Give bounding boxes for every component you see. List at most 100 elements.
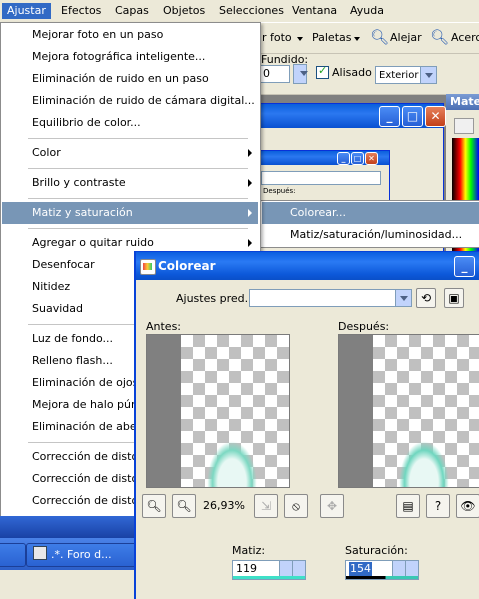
menu-item-brillo-label: Brillo y contraste xyxy=(32,176,126,189)
menu-item-mejorar-foto[interactable]: Mejorar foto en un paso xyxy=(2,24,258,46)
fundido-dropdown-icon[interactable] xyxy=(296,65,308,81)
maximize-icon[interactable]: □ xyxy=(402,106,423,127)
saturacion-label: Saturación: xyxy=(345,544,408,557)
paletas-menu-button[interactable]: Paletas xyxy=(312,31,352,44)
inner-preset-combo[interactable] xyxy=(261,171,381,185)
menu-separator xyxy=(28,138,248,139)
matiz-submenu: Colorear... Matiz/saturación/luminosidad… xyxy=(259,200,479,248)
mode-dropdown-icon[interactable] xyxy=(420,67,436,83)
matiz-value: 119 xyxy=(236,562,257,575)
before-image-content xyxy=(207,441,257,487)
taskbar-button-label: .*. Foro d... xyxy=(51,548,112,561)
colorear-dialog: Colorear _ Ajustes pred.: ⟲ ▣ Antes: Des… xyxy=(134,251,479,599)
menu-item-eliminacion-ruido-camara[interactable]: Eliminación de ruido de cámara digital..… xyxy=(2,90,258,112)
alisado-label: Alisado xyxy=(332,66,372,79)
fundido-value: 0 xyxy=(263,67,270,80)
save-preset-icon[interactable]: ▣ xyxy=(444,288,464,308)
menu-objetos[interactable]: Objetos xyxy=(158,3,210,19)
matiz-label: Matiz: xyxy=(232,544,266,557)
saturacion-value: 154 xyxy=(349,562,372,576)
menu-item-color[interactable]: Color xyxy=(2,142,258,164)
zoom-level: 26,93% xyxy=(203,499,245,512)
zoom-in-icon[interactable]: 🔍︎ xyxy=(172,494,196,518)
pan-icon[interactable]: ✥ xyxy=(320,494,344,518)
menu-separator xyxy=(28,168,248,169)
mode-value: Exterior xyxy=(379,70,419,81)
menu-efectos[interactable]: Efectos xyxy=(56,3,106,19)
submenu-arrow-icon xyxy=(248,149,252,157)
before-preview[interactable] xyxy=(146,334,290,488)
menu-item-matiz-label: Matiz y saturación xyxy=(32,206,133,219)
menu-item-equilibrio-color[interactable]: Equilibrio de color... xyxy=(2,112,258,134)
menu-ajustar[interactable]: Ajustar xyxy=(2,3,51,19)
submenu-matiz-saturacion-luminosidad[interactable]: Matiz/saturación/luminosidad... xyxy=(262,224,479,246)
minimize-icon[interactable]: _ xyxy=(379,106,400,127)
after-preview[interactable] xyxy=(338,334,479,488)
menu-separator xyxy=(28,228,248,229)
eye-icon[interactable]: 👁︎ xyxy=(456,494,479,518)
proof-icon[interactable]: ⦸ xyxy=(284,494,308,518)
taskbar: .*. Foro d... xyxy=(0,538,142,570)
menu-capas[interactable]: Capas xyxy=(110,3,154,19)
after-image-content xyxy=(399,441,449,487)
alisado-checkbox[interactable] xyxy=(316,64,329,79)
paletas-dropdown-icon xyxy=(354,37,360,41)
menu-selecciones[interactable]: Selecciones xyxy=(214,3,289,19)
toggle-preview-icon[interactable]: ▤ xyxy=(396,494,420,518)
matiz-input[interactable]: 119 xyxy=(232,560,306,580)
saturacion-bar xyxy=(346,576,418,579)
presets-label: Ajustes pred.: xyxy=(176,292,252,305)
close-icon[interactable]: ✕ xyxy=(425,106,446,127)
zoom-out-icon[interactable]: 🔍︎ xyxy=(142,494,166,518)
foto-dropdown-icon xyxy=(297,37,303,41)
inner-after-label: Después: xyxy=(263,187,296,195)
alejar-button[interactable]: Alejar xyxy=(390,31,422,44)
dialog-title: Colorear xyxy=(158,259,216,273)
desktop-strip xyxy=(0,570,135,598)
menu-item-color-label: Color xyxy=(32,146,61,159)
help-icon[interactable]: ? xyxy=(426,494,450,518)
menu-item-eliminacion-ruido[interactable]: Eliminación de ruido en un paso xyxy=(2,68,258,90)
reset-icon[interactable]: ⟲ xyxy=(416,288,436,308)
acercar-button[interactable]: Acerc xyxy=(451,31,479,44)
zoom-fit-icon[interactable]: ⇲ xyxy=(254,494,278,518)
saturacion-input[interactable]: 154 xyxy=(345,560,419,580)
app-icon xyxy=(140,259,156,275)
before-label: Antes: xyxy=(146,320,182,333)
palette-tab-icon[interactable] xyxy=(454,118,474,134)
presets-select[interactable] xyxy=(249,289,412,307)
menu-ventana[interactable]: Ventana xyxy=(287,3,342,19)
taskbar-button-foro[interactable]: .*. Foro d... xyxy=(26,543,142,567)
menubar: Ajustar Efectos Capas Objetos Seleccione… xyxy=(0,0,479,23)
taskbar-upper xyxy=(0,516,135,538)
menu-item-desenfocar-label: Desenfocar xyxy=(32,258,95,271)
mode-select[interactable]: Exterior xyxy=(375,66,437,84)
submenu-arrow-icon xyxy=(248,239,252,247)
dialog-minimize-icon[interactable]: _ xyxy=(454,256,475,277)
menu-item-nitidez-label: Nitidez xyxy=(32,280,71,293)
foto-menu-button[interactable]: r foto xyxy=(262,31,292,44)
fundido-input[interactable]: 0 xyxy=(259,65,290,83)
dialog-titlebar[interactable]: Colorear _ xyxy=(136,252,479,280)
menu-item-suavidad-label: Suavidad xyxy=(32,302,83,315)
inner-minimize-icon[interactable]: _ xyxy=(337,152,350,165)
after-label: Después: xyxy=(338,320,390,333)
materials-title: Mate xyxy=(446,94,479,110)
menu-item-matiz-saturacion[interactable]: Matiz y saturación xyxy=(2,202,258,224)
submenu-arrow-icon xyxy=(248,179,252,187)
menu-item-brillo-contraste[interactable]: Brillo y contraste xyxy=(2,172,258,194)
submenu-colorear[interactable]: Colorear... xyxy=(262,202,479,224)
taskbar-button-partial[interactable] xyxy=(0,543,26,567)
menu-item-mejora-inteligente[interactable]: Mejora fotográfica inteligente... xyxy=(2,46,258,68)
menu-separator xyxy=(28,198,248,199)
matiz-color-bar xyxy=(233,576,305,579)
presets-dropdown-icon[interactable] xyxy=(395,290,411,306)
zoom-out-icon[interactable]: 🔍︎ xyxy=(370,28,389,46)
menu-item-ruido-label: Agregar o quitar ruido xyxy=(32,236,154,249)
submenu-arrow-icon xyxy=(248,209,252,217)
zoom-in-icon[interactable]: 🔍︎ xyxy=(430,28,449,46)
menu-ayuda[interactable]: Ayuda xyxy=(345,3,389,19)
inner-maximize-icon[interactable]: □ xyxy=(351,152,364,165)
inner-close-icon[interactable]: ✕ xyxy=(365,152,378,165)
app-icon-swatch xyxy=(143,263,152,270)
